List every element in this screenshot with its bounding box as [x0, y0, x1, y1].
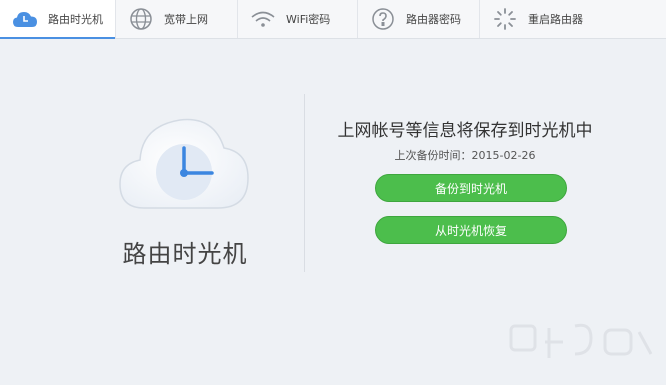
globe-icon	[128, 6, 154, 32]
restore-button[interactable]: 从时光机恢复	[375, 216, 567, 244]
tab-router-password[interactable]: 路由器密码	[358, 0, 480, 38]
watermark-logo	[505, 318, 655, 370]
last-backup-label: 上次备份时间：	[394, 149, 472, 162]
page-title: 路由时光机	[122, 240, 248, 268]
last-backup-date: 2015-02-26	[471, 149, 536, 162]
tab-broadband[interactable]: 宽带上网	[116, 0, 238, 38]
backup-button[interactable]: 备份到时光机	[375, 174, 567, 202]
tab-bar: 路由时光机 宽带上网 WiFi密码 路由器密码 重启路由器	[0, 0, 666, 39]
divider	[304, 94, 305, 272]
tab-label: 路由器密码	[406, 13, 461, 26]
restart-spinner-icon	[492, 6, 518, 32]
cloud-clock-icon	[12, 6, 38, 32]
tab-label: 宽带上网	[164, 13, 208, 26]
tab-label: WiFi密码	[286, 13, 331, 26]
tab-label: 重启路由器	[528, 13, 583, 26]
wifi-icon	[250, 6, 276, 32]
tab-wifi-password[interactable]: WiFi密码	[238, 0, 358, 38]
info-headline: 上网帐号等信息将保存到时光机中	[337, 121, 593, 141]
tab-label: 路由时光机	[48, 13, 103, 26]
tab-restart-router[interactable]: 重启路由器	[480, 0, 666, 38]
tab-time-machine[interactable]: 路由时光机	[0, 0, 116, 39]
password-icon	[370, 6, 396, 32]
time-machine-cloud-icon	[118, 112, 250, 212]
last-backup-time: 上次备份时间：2015-02-26	[330, 147, 600, 163]
